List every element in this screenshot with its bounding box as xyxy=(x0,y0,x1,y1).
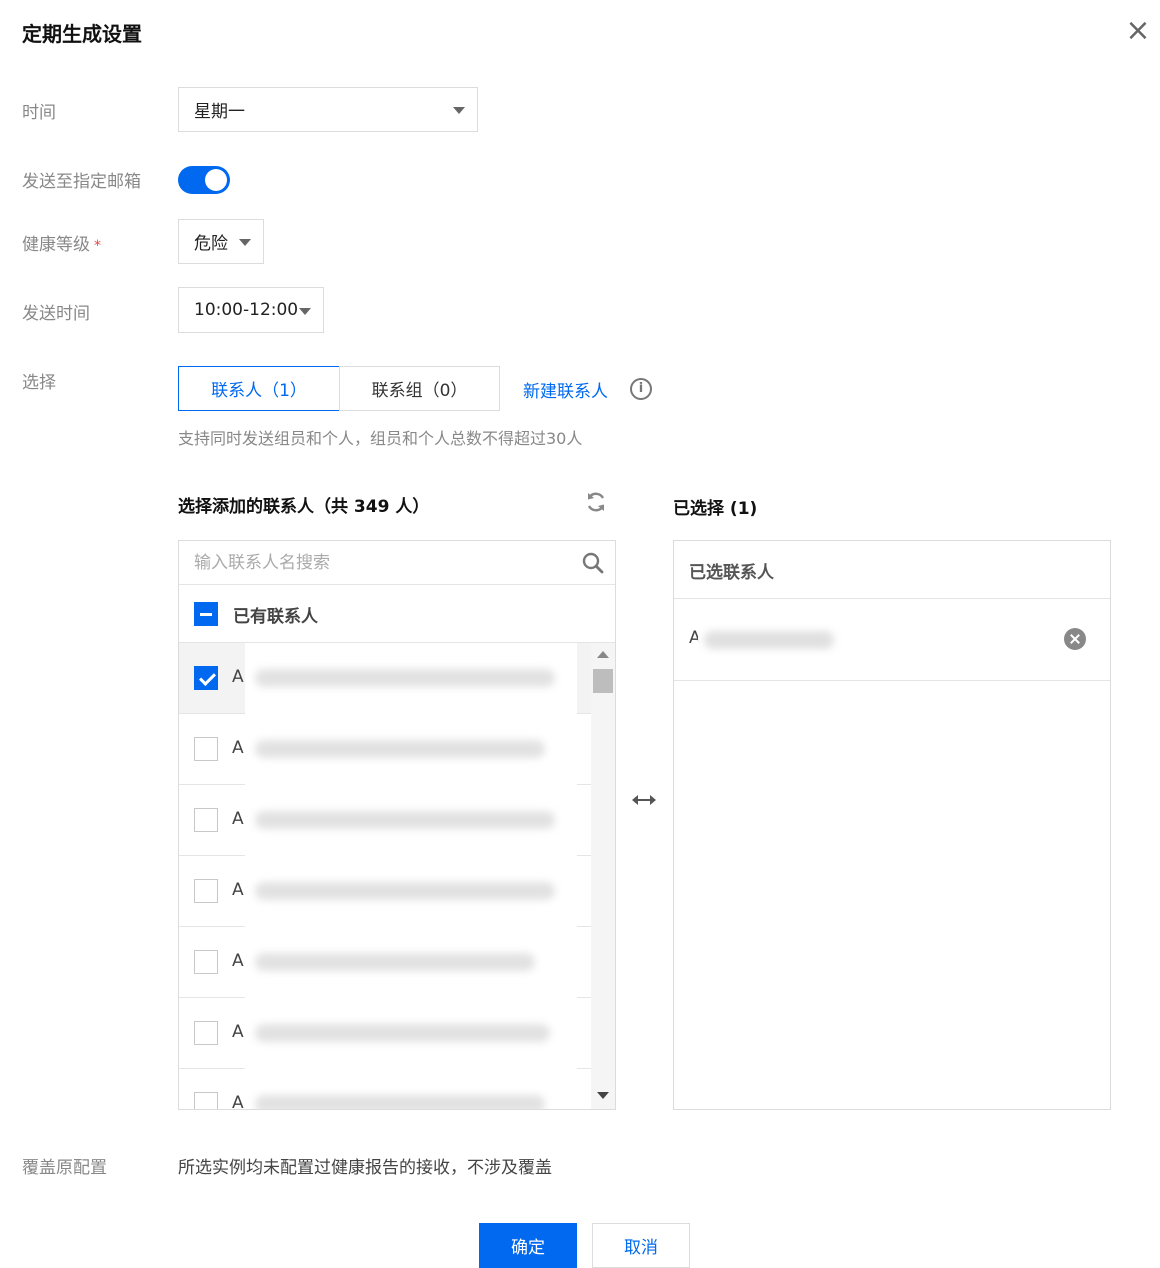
scrollbar-thumb[interactable] xyxy=(593,669,613,693)
contact-name: A xyxy=(232,880,244,900)
select-hint: 支持同时发送组员和个人，组员和个人总数不得超过30人 xyxy=(178,429,583,448)
contact-name: A xyxy=(232,667,244,687)
send-time-select[interactable]: 10:00-12:00 xyxy=(178,287,324,333)
tab-contact-groups[interactable]: 联系组（0） xyxy=(339,366,500,411)
group-row-existing-contacts: 已有联系人 xyxy=(179,585,615,643)
contact-checkbox[interactable] xyxy=(194,808,218,832)
time-select[interactable]: 星期一 xyxy=(178,87,478,132)
selected-contacts-panel: 已选联系人 A xyxy=(673,540,1111,1110)
redacted-contact-names xyxy=(245,643,577,1109)
group-label: 已有联系人 xyxy=(233,607,318,627)
info-icon[interactable]: i xyxy=(630,378,652,400)
left-panel-title: 选择添加的联系人（共 349 人） xyxy=(178,497,430,517)
send-email-toggle[interactable] xyxy=(178,166,230,194)
search-box xyxy=(179,541,615,585)
contact-name: A xyxy=(232,1093,244,1110)
contact-checkbox[interactable] xyxy=(194,1021,218,1045)
health-level-select[interactable]: 危险 xyxy=(178,219,264,264)
close-icon[interactable]: × xyxy=(1124,16,1152,46)
contact-source-panel: 已有联系人 A A A A A A A xyxy=(178,540,616,1110)
scroll-up-icon[interactable] xyxy=(597,651,609,658)
chevron-down-icon xyxy=(299,308,311,315)
contact-checkbox[interactable] xyxy=(194,666,218,690)
refresh-icon[interactable] xyxy=(584,490,608,514)
health-level-label-text: 健康等级 xyxy=(22,235,90,255)
chevron-down-icon xyxy=(239,239,251,246)
contact-checkbox[interactable] xyxy=(194,737,218,761)
new-contact-link[interactable]: 新建联系人 xyxy=(523,377,608,402)
send-time-label: 发送时间 xyxy=(22,304,90,324)
contact-name: A xyxy=(232,809,244,829)
contact-checkbox[interactable] xyxy=(194,950,218,974)
send-time-value: 10:00-12:00 xyxy=(194,300,299,320)
confirm-button[interactable]: 确定 xyxy=(479,1223,577,1268)
remove-icon[interactable] xyxy=(1064,628,1086,650)
required-mark: * xyxy=(94,238,101,254)
override-text: 所选实例均未配置过健康报告的接收，不涉及覆盖 xyxy=(178,1158,552,1178)
selected-panel-header: 已选联系人 xyxy=(674,541,1110,599)
redacted-selected-name xyxy=(698,623,848,657)
list-scrollbar[interactable] xyxy=(591,643,615,1109)
swap-arrows-icon xyxy=(632,795,656,805)
selected-header-label: 已选联系人 xyxy=(689,563,774,583)
search-input[interactable] xyxy=(179,541,579,584)
toggle-knob xyxy=(205,169,227,191)
tab-contacts[interactable]: 联系人（1） xyxy=(178,366,340,411)
health-level-label: 健康等级 * xyxy=(22,230,101,255)
scroll-down-icon[interactable] xyxy=(597,1092,609,1099)
group-checkbox[interactable] xyxy=(194,602,218,626)
time-label: 时间 xyxy=(22,103,56,123)
contact-name: A xyxy=(232,951,244,971)
time-select-value: 星期一 xyxy=(194,102,245,122)
selected-item: A xyxy=(674,599,1110,681)
contact-checkbox[interactable] xyxy=(194,879,218,903)
select-label: 选择 xyxy=(22,373,56,393)
right-panel-title: 已选择 (1) xyxy=(673,499,758,519)
cancel-button[interactable]: 取消 xyxy=(592,1223,690,1268)
contact-name: A xyxy=(232,738,244,758)
contact-checkbox[interactable] xyxy=(194,1092,218,1109)
search-icon[interactable] xyxy=(581,551,605,575)
chevron-down-icon xyxy=(453,107,465,114)
contact-name: A xyxy=(232,1022,244,1042)
send-email-label: 发送至指定邮箱 xyxy=(22,172,141,192)
override-label: 覆盖原配置 xyxy=(22,1158,107,1178)
health-level-value: 危险 xyxy=(194,234,228,254)
dialog-title: 定期生成设置 xyxy=(22,22,142,46)
